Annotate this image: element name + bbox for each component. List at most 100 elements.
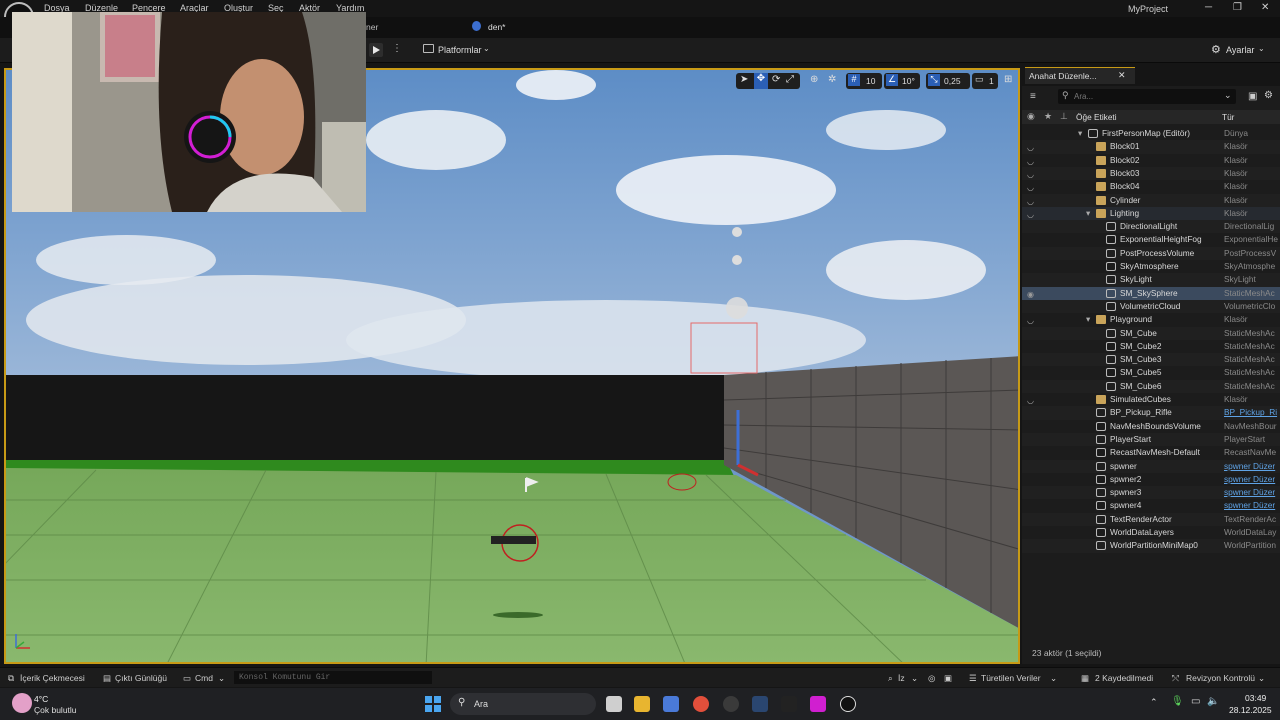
outliner-row[interactable]: WorldPartitionMiniMap0 WorldPartition [1022,539,1280,553]
outliner-row[interactable]: SM_Cube5 StaticMeshAc [1022,366,1280,379]
console-input[interactable]: Konsol Komutunu Gir [234,671,432,684]
outliner-row[interactable]: SM_Cube StaticMeshAc [1022,326,1280,340]
outliner-row-type[interactable]: spwner Düzer [1224,499,1278,512]
gear-icon[interactable]: ⚙ [1264,90,1273,101]
outliner-row[interactable]: BP_Pickup_Rifle BP_Pickup_Ri [1022,406,1280,420]
outliner-row[interactable]: ◡ Block03 Klasör [1022,166,1280,181]
outliner-row[interactable]: SM_Cube3 StaticMeshAc [1022,353,1280,367]
visibility-toggle-icon[interactable]: ◡ [1027,141,1034,154]
scale-snap-button[interactable]: ⤡ 0,25 [926,73,970,89]
taskbar-search[interactable]: ⚲ Ara [450,693,596,715]
outliner-row[interactable]: NavMeshBoundsVolume NavMeshBour [1022,420,1280,433]
outliner-row[interactable]: SkyLight SkyLight [1022,273,1280,287]
rotate-icon[interactable]: ⟳ [772,74,780,85]
derived-data-button[interactable]: Türetilen Veriler [981,673,1041,683]
visibility-toggle-icon[interactable]: ◡ [1027,168,1034,181]
col-type[interactable]: Tür [1222,112,1234,122]
outliner-row[interactable]: ◡ ▾ Playground Klasör [1022,313,1280,326]
network-icon[interactable]: ▭ [1191,696,1200,707]
rotation-snap-button[interactable]: ∠ 10° [884,73,920,89]
expand-arrow-icon[interactable]: ▾ [1086,313,1090,326]
outliner-row[interactable]: VolumetricCloud VolumetricClo [1022,299,1280,314]
play-button[interactable] [369,43,383,57]
more-options-icon[interactable]: ⋮ [392,43,402,54]
outliner-row[interactable]: PostProcessVolume PostProcessV [1022,246,1280,260]
epic-games-icon[interactable] [781,696,797,712]
minimize-icon[interactable]: ─ [1205,2,1212,13]
move-icon[interactable]: ✥ [754,73,768,89]
layout-icon[interactable]: ⊞ [1004,74,1012,85]
outliner-row-type[interactable]: spwner Düzer [1224,473,1278,486]
outliner-row[interactable]: RecastNavMesh-Default RecastNavMe [1022,446,1280,459]
microphone-icon[interactable]: 🎙 [1171,696,1184,707]
chrome-icon[interactable] [693,696,709,712]
outliner-row[interactable]: SM_Cube2 StaticMeshAc [1022,340,1280,353]
visibility-toggle-icon[interactable]: ◡ [1027,208,1034,221]
unsaved-button[interactable]: 2 Kaydedilmedi [1095,673,1153,683]
outliner-row[interactable]: ◉ SM_SkySphere StaticMeshAc [1022,286,1280,301]
surface-snap-icon[interactable]: ✲ [828,74,836,85]
tab-blueprint[interactable]: den* [488,22,506,32]
outliner-row[interactable]: ExponentialHeightFog ExponentialHe [1022,233,1280,246]
outliner-row[interactable]: ◡ SimulatedCubes Klasör [1022,393,1280,406]
outliner-row-type[interactable]: spwner Düzer [1224,486,1278,499]
outliner-tab[interactable]: Anahat Düzenle... ✕ [1025,67,1135,84]
chevron-up-icon[interactable]: ⌃ [1150,697,1158,708]
search-input[interactable]: ⚲ Ara... ⌄ [1058,89,1236,104]
app-icon[interactable] [810,696,826,712]
visibility-toggle-icon[interactable]: ◉ [1027,288,1034,301]
content-drawer-button[interactable]: İçerik Çekmecesi [20,673,85,683]
col-item-label[interactable]: Öğe Etiketi [1076,112,1117,122]
filter-icon[interactable]: ≡ [1030,91,1036,102]
outliner-row[interactable]: SkyAtmosphere SkyAtmosphe [1022,260,1280,273]
trace-dropdown[interactable]: İz [898,673,905,683]
outliner-row[interactable]: ◡ ▾ Lighting Klasör [1022,206,1280,221]
volume-icon[interactable]: 🔈 [1207,696,1219,707]
store-icon[interactable] [663,696,679,712]
platforms-button[interactable]: Platformlar [438,45,482,55]
outliner-row[interactable]: PlayerStart PlayerStart [1022,432,1280,447]
settings-button[interactable]: Ayarlar [1226,45,1254,55]
outliner-row[interactable]: WorldDataLayers WorldDataLay [1022,526,1280,539]
camera-speed-button[interactable]: ▭ 1 [972,73,998,89]
unreal-engine-icon[interactable] [840,696,856,712]
outliner-row[interactable]: ▾ FirstPersonMap (Editör) Dünya [1022,127,1280,140]
expand-arrow-icon[interactable]: ▾ [1086,207,1090,220]
visibility-toggle-icon[interactable]: ◡ [1027,195,1034,208]
select-icon[interactable]: ➤ [740,74,748,85]
steam-icon[interactable] [752,696,768,712]
close-tab-icon[interactable]: ✕ [1118,70,1126,81]
weather-icon[interactable] [12,693,32,713]
visibility-toggle-icon[interactable]: ◡ [1027,181,1034,194]
outliner-row[interactable]: ◡ Block04 Klasör [1022,180,1280,193]
tab-map[interactable]: ner [366,22,378,32]
cmd-dropdown[interactable]: Cmd [195,673,213,683]
outliner-row[interactable]: ◡ Block02 Klasör [1022,154,1280,167]
outliner-row[interactable]: spwner2 spwner Düzer [1022,473,1280,486]
close-icon[interactable]: ✕ [1261,2,1269,13]
outliner-row-type[interactable]: spwner Düzer [1224,460,1278,473]
visibility-toggle-icon[interactable]: ◡ [1027,155,1034,168]
outliner-row[interactable]: spwner3 spwner Düzer [1022,486,1280,500]
record-icon[interactable]: ◎ [928,673,935,684]
github-icon[interactable] [723,696,739,712]
new-folder-icon[interactable]: ▣ [1248,91,1257,102]
visibility-toggle-icon[interactable]: ◡ [1027,394,1034,407]
maximize-icon[interactable]: ❐ [1233,2,1242,13]
grid-snap-button[interactable]: # 10 [846,73,882,89]
world-local-icon[interactable]: ⊕ [810,74,818,85]
task-view-icon[interactable] [606,696,622,712]
outliner-row[interactable]: ◡ Block01 Klasör [1022,140,1280,154]
outliner-row-type[interactable]: BP_Pickup_Ri [1224,406,1278,419]
visibility-toggle-icon[interactable]: ◡ [1027,314,1034,327]
outliner-row[interactable]: SM_Cube6 StaticMeshAc [1022,379,1280,393]
screenshot-icon[interactable]: ▣ [944,673,952,684]
scale-icon[interactable]: ⤢ [786,74,794,85]
expand-arrow-icon[interactable]: ▾ [1078,127,1082,140]
outliner-row[interactable]: ◡ Cylinder Klasör [1022,193,1280,208]
windows-start-icon[interactable] [425,696,441,712]
file-explorer-icon[interactable] [634,696,650,712]
outliner-row[interactable]: DirectionalLight DirectionalLig [1022,220,1280,234]
outliner-row[interactable]: TextRenderActor TextRenderAc [1022,512,1280,526]
outliner-row[interactable]: spwner4 spwner Düzer [1022,499,1280,512]
